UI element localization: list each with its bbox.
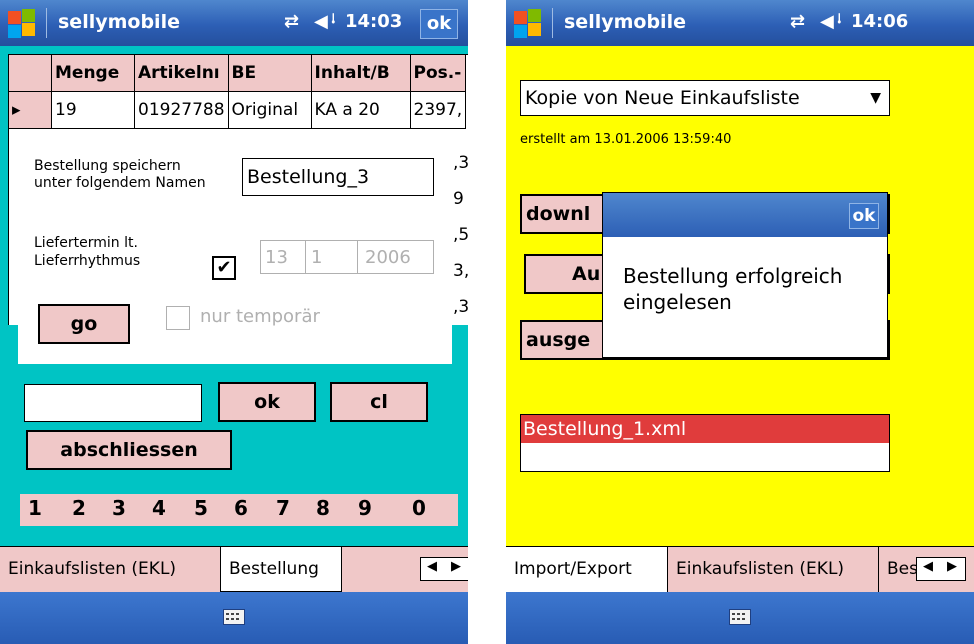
chevron-down-icon: ▼ [870,90,881,106]
file-list: Bestellung_1.xml [520,414,890,472]
tab-scroll-arrows: ◀ ▶ [916,557,966,581]
date-year-field[interactable]: 2006 [365,247,411,268]
grid-header-row: Menge Artikelnı BE Inhalt/B Pos.- [9,55,467,92]
title-bar: sellymobile ⇄ ◀ᛍ 14:06 [506,0,974,46]
grid-cell[interactable]: 01927788 [134,91,229,129]
title-divider [552,8,553,38]
tab-shopping-lists[interactable]: Einkaufslisten (EKL) [668,547,878,592]
date-month-field[interactable]: 1 [311,247,322,268]
taskbar [0,592,468,644]
title-bar: sellymobile ⇄ ◀ᛍ 14:03 ok [0,0,468,46]
quantity-input[interactable] [24,384,202,422]
volume-icon[interactable]: ◀ᛍ [314,11,339,32]
grid-header-cell[interactable]: BE [228,55,312,92]
windows-start-icon[interactable] [512,8,542,38]
finish-button[interactable]: abschliessen [26,430,232,470]
grid-partial-column: ,33 9 ,57 3,2 ,30 [453,145,468,325]
row-pointer-icon: ▸ [9,91,52,129]
date-day-field[interactable]: 13 [265,247,288,268]
scroll-left-icon[interactable]: ◀ [427,559,437,574]
left-screen: sellymobile ⇄ ◀ᛍ 14:03 ok Menge Artikeln… [0,0,468,644]
tab-shopping-lists[interactable]: Einkaufslisten (EKL) [0,547,218,592]
tab-import-export[interactable]: Import/Export [506,547,668,592]
grid-cell: ,33 [453,153,468,173]
grid-cell[interactable]: Original [228,91,312,129]
date-divider [357,241,358,273]
success-popup: ok Bestellung erfolgreich eingelesen [602,192,888,358]
windows-start-icon[interactable] [6,8,36,38]
scroll-left-icon[interactable]: ◀ [923,559,933,574]
grid-cell[interactable]: 19 [51,91,135,129]
shopping-list-select-value: Kopie von Neue Einkaufsliste [525,87,800,109]
digit-key[interactable]: 7 [276,496,290,520]
save-name-label: Bestellung speichern unter folgendem Nam… [34,158,206,192]
app-title: sellymobile [58,11,180,33]
temporary-checkbox[interactable] [166,306,190,330]
taskbar [506,592,974,644]
date-divider [305,241,306,273]
tab-scroll-arrows: ◀ ▶ [420,557,468,581]
shopping-list-select[interactable]: Kopie von Neue Einkaufsliste ▼ [520,80,890,116]
popup-titlebar: ok [603,193,887,237]
volume-icon[interactable]: ◀ᛍ [820,11,845,32]
delivery-label-line: Lieferrhythmus [34,253,141,269]
tab-bar: Einkaufslisten (EKL) Bestellung ◀ ▶ [0,546,468,593]
grid-cell: 9 [453,189,464,209]
clock[interactable]: 14:06 [851,11,908,32]
digit-key[interactable]: 0 [412,496,426,520]
grid-table: Menge Artikelnı BE Inhalt/B Pos.- ▸ 19 0… [9,55,467,129]
grid-cell[interactable]: 2397, [410,91,467,129]
digit-key[interactable]: 4 [152,496,166,520]
save-name-label-line: unter folgendem Namen [34,175,206,191]
digit-key[interactable]: 5 [194,496,208,520]
grid-header-cell[interactable]: Pos.- [410,55,467,92]
scroll-right-icon[interactable]: ▶ [947,559,957,574]
order-name-input[interactable]: Bestellung_3 [242,158,434,196]
digit-key[interactable]: 9 [358,496,372,520]
temporary-label: nur temporär [200,306,320,327]
created-timestamp: erstellt am 13.01.2006 13:59:40 [520,132,732,147]
digit-key[interactable]: 3 [112,496,126,520]
scroll-right-icon[interactable]: ▶ [451,559,461,574]
digit-key[interactable]: 6 [234,496,248,520]
save-name-label-line: Bestellung speichern [34,158,181,174]
grid-header-cell[interactable]: Inhalt/B [311,55,411,92]
digit-key[interactable]: 1 [28,496,42,520]
popup-ok-button[interactable]: ok [849,203,879,229]
clock[interactable]: 14:03 [345,11,402,32]
grid-cell: ,30 [453,297,468,317]
list-item[interactable]: Bestellung_1.xml [521,415,889,443]
grid-header-cell[interactable]: Menge [51,55,135,92]
connectivity-icon[interactable]: ⇄ [790,11,805,32]
delivery-date-picker[interactable]: 13 1 2006 [260,240,434,274]
delivery-label-line: Liefertermin lt. [34,235,138,251]
table-row[interactable]: ▸ 19 01927788 Original KA a 20 2397, [9,91,467,129]
app-title: sellymobile [564,11,686,33]
ok-button[interactable]: ok [218,382,316,422]
clear-button[interactable]: cl [330,382,428,422]
title-divider [46,8,47,38]
delivery-label: Liefertermin lt. Lieferrhythmus [34,234,140,270]
digit-key[interactable]: 8 [316,496,330,520]
grid-cell: ,57 [453,225,468,245]
popup-message: Bestellung erfolgreich eingelesen [623,264,843,314]
grid-header-cell[interactable]: Artikelnı [134,55,229,92]
tab-order[interactable]: Bestellung [220,547,342,592]
connectivity-icon[interactable]: ⇄ [284,11,299,32]
ok-title-button[interactable]: ok [420,9,458,39]
digit-keypad: 1 2 3 4 5 6 7 8 9 0 [20,494,458,526]
keyboard-icon[interactable] [223,609,245,625]
grid-cell[interactable]: KA a 20 [311,91,411,129]
keyboard-icon[interactable] [729,609,751,625]
tab-bar: Import/Export Einkaufslisten (EKL) Bes ◀… [506,546,974,593]
row-selector-header [9,55,52,92]
right-screen: sellymobile ⇄ ◀ᛍ 14:06 Kopie von Neue Ei… [506,0,974,644]
go-button[interactable]: go [38,304,130,344]
grid-cell: 3,2 [453,261,468,281]
delivery-checkbox[interactable]: ✔ [212,256,236,280]
digit-key[interactable]: 2 [72,496,86,520]
save-order-dialog: Bestellung speichern unter folgendem Nam… [18,142,452,364]
